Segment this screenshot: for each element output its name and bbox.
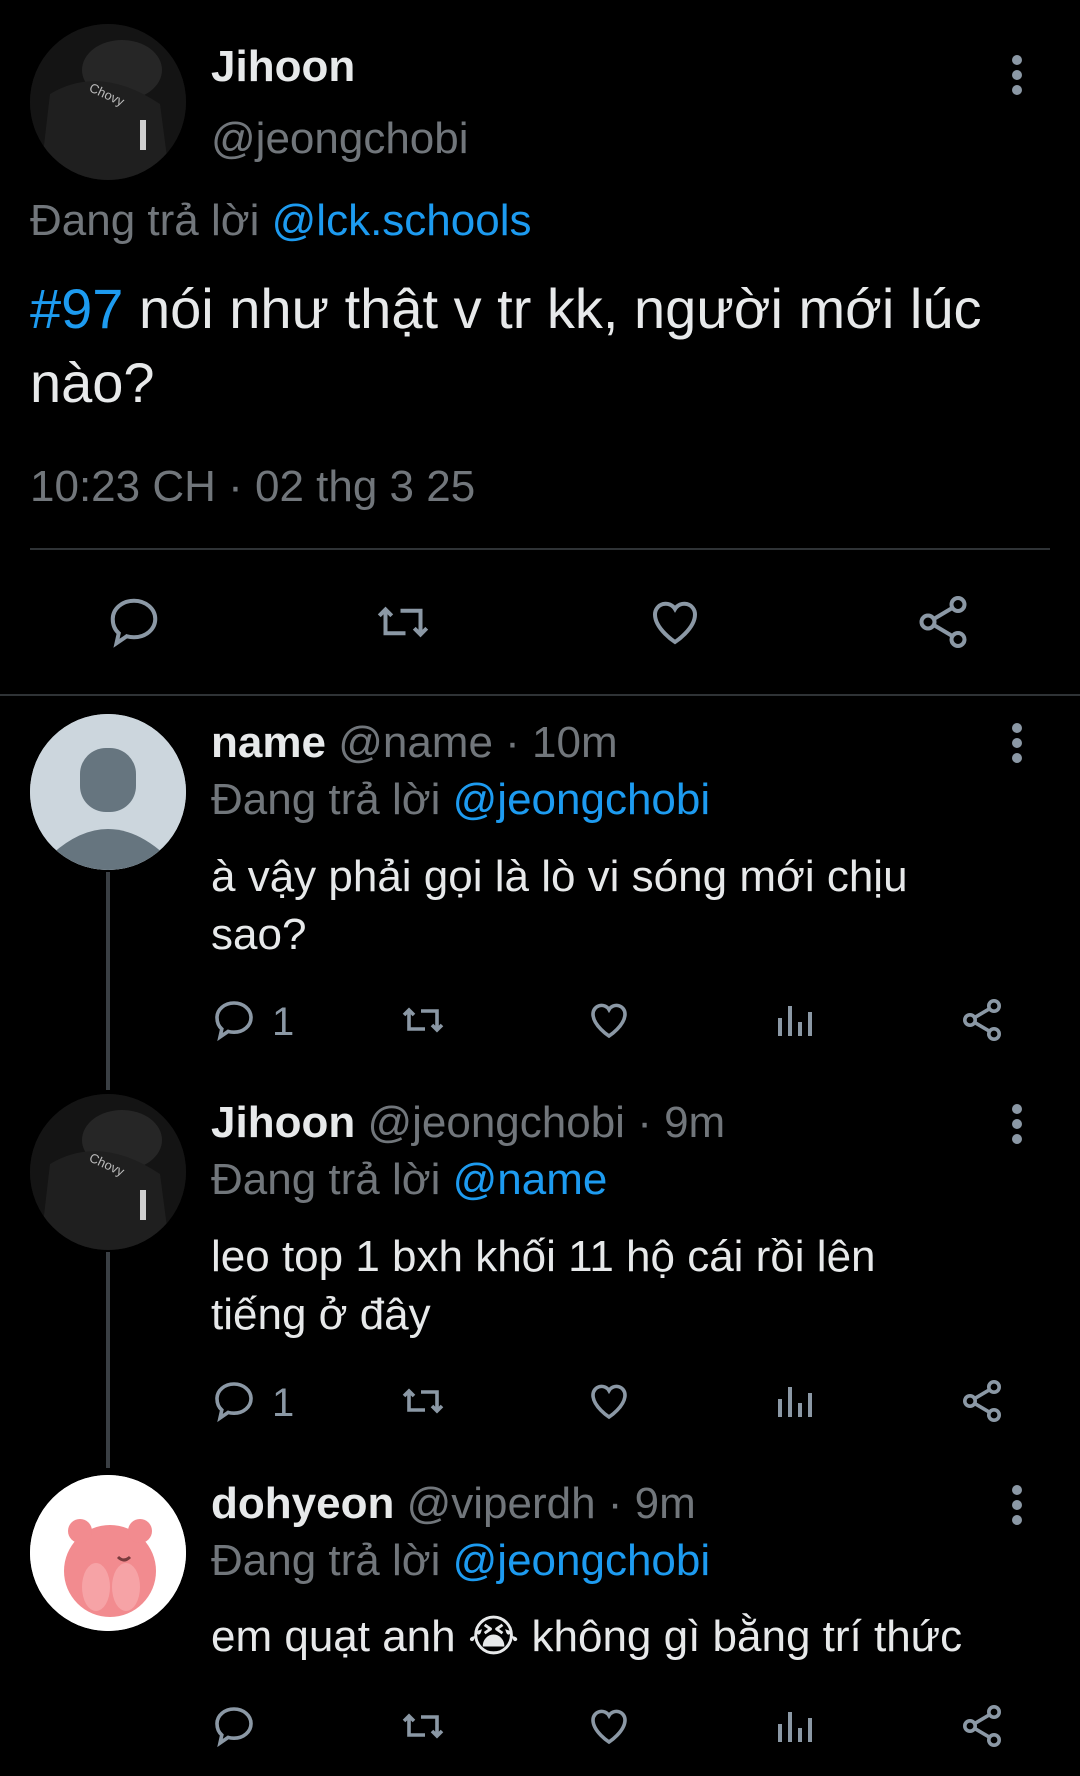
tweet-text-line: nào? [30,351,155,414]
share-icon[interactable] [958,996,1006,1044]
avatar[interactable]: Chovy [30,1094,186,1250]
reply-text-line: leo top 1 bxh khối 11 hộ cái rồi lên [211,1232,876,1281]
share-icon[interactable] [958,1702,1006,1750]
retweet-icon[interactable] [396,1702,450,1750]
hashtag-link[interactable]: #97 [30,277,123,340]
reply-to-link[interactable]: @name [453,1155,608,1204]
handle[interactable]: @jeongchobi [367,1098,625,1147]
divider [30,548,1050,550]
display-name[interactable]: Jihoon [211,42,355,92]
reply-text-line: tiếng ở đây [211,1290,431,1339]
display-name[interactable]: name [211,718,326,767]
reply-icon[interactable] [210,1377,258,1425]
tweet-text-part: nói như thật v tr kk, người mới lúc [123,277,982,340]
handle[interactable]: @jeongchobi [211,114,469,164]
divider [0,694,1080,696]
reply-to-link[interactable]: @jeongchobi [453,775,711,824]
tweet-timestamp[interactable]: 10:23 CH · 02 thg 3 25 [30,462,475,512]
avatar-photo-icon: Chovy [30,24,186,180]
reply-header: dohyeon @viperdh · 9m [211,1479,696,1529]
reply-header: name @name · 10m [211,718,618,768]
tweet-text-line: #97 nói như thật v tr kk, người mới lúc [30,272,1080,346]
reply-icon[interactable] [210,996,258,1044]
like-icon[interactable] [644,592,706,652]
retweet-icon[interactable] [396,1377,450,1425]
reply-count: 1 [272,1381,295,1425]
reply-prefix: Đang trả lời [211,1536,441,1585]
share-icon[interactable] [912,592,974,652]
reply-prefix: Đang trả lời [30,196,260,245]
reply-count: 1 [272,1000,295,1044]
pink-character-avatar-icon [30,1475,186,1631]
reply-to-link[interactable]: @lck.schools [272,196,532,245]
thread-line [106,872,110,1090]
reply-icon[interactable] [210,1702,258,1750]
reply-time[interactable]: · 9m [608,1479,696,1528]
like-icon[interactable] [584,996,634,1044]
avatar[interactable] [30,714,186,870]
default-avatar-icon [30,714,186,870]
analytics-icon[interactable] [772,1377,820,1425]
reply-text-line: à vậy phải gọi là lò vi sóng mới chịu [211,852,908,901]
share-icon[interactable] [958,1377,1006,1425]
avatar[interactable]: Chovy [30,24,186,180]
thread-line [106,1252,110,1468]
reply-context: Đang trả lời @jeongchobi [211,1536,710,1586]
display-name[interactable]: Jihoon [211,1098,355,1147]
reply-to-link[interactable]: @jeongchobi [453,1536,711,1585]
reply-header: Jihoon @jeongchobi · 9m [211,1098,725,1148]
reply-text-line: sao? [211,910,307,959]
reply-context: Đang trả lời @name [211,1155,607,1205]
like-icon[interactable] [584,1702,634,1750]
reply-context: Đang trả lời @jeongchobi [211,775,710,825]
tweet-text: #97 nói như thật v tr kk, người mới lúc … [30,272,1080,420]
handle[interactable]: @viperdh [407,1479,596,1528]
reply-text: em quạt anh 😭 không gì bằng trí thức [211,1608,1071,1666]
reply-text: à vậy phải gọi là lò vi sóng mới chịu sa… [211,848,1071,964]
reply-text-part: em quạt anh [211,1612,468,1661]
avatar[interactable] [30,1475,186,1631]
avatar-photo-icon: Chovy [30,1094,186,1250]
retweet-icon[interactable] [396,996,450,1044]
analytics-icon[interactable] [772,996,820,1044]
display-name[interactable]: dohyeon [211,1479,394,1528]
more-options-icon[interactable] [1007,1485,1027,1525]
reply-text-part: không gì bằng trí thức [519,1612,963,1661]
more-options-icon[interactable] [1007,723,1027,763]
analytics-icon[interactable] [772,1702,820,1750]
reply-text: leo top 1 bxh khối 11 hộ cái rồi lên tiế… [211,1228,1071,1344]
reply-time[interactable]: · 10m [505,718,617,767]
reply-icon[interactable] [104,592,164,652]
more-options-icon[interactable] [1007,1104,1027,1144]
crying-emoji-icon: 😭 [467,1612,520,1661]
reply-context: Đang trả lời @lck.schools [30,196,531,246]
reply-time[interactable]: · 9m [637,1098,725,1147]
like-icon[interactable] [584,1377,634,1425]
reply-prefix: Đang trả lời [211,1155,441,1204]
retweet-icon[interactable] [370,592,436,652]
handle[interactable]: @name [338,718,493,767]
more-options-icon[interactable] [1007,55,1027,95]
reply-prefix: Đang trả lời [211,775,441,824]
